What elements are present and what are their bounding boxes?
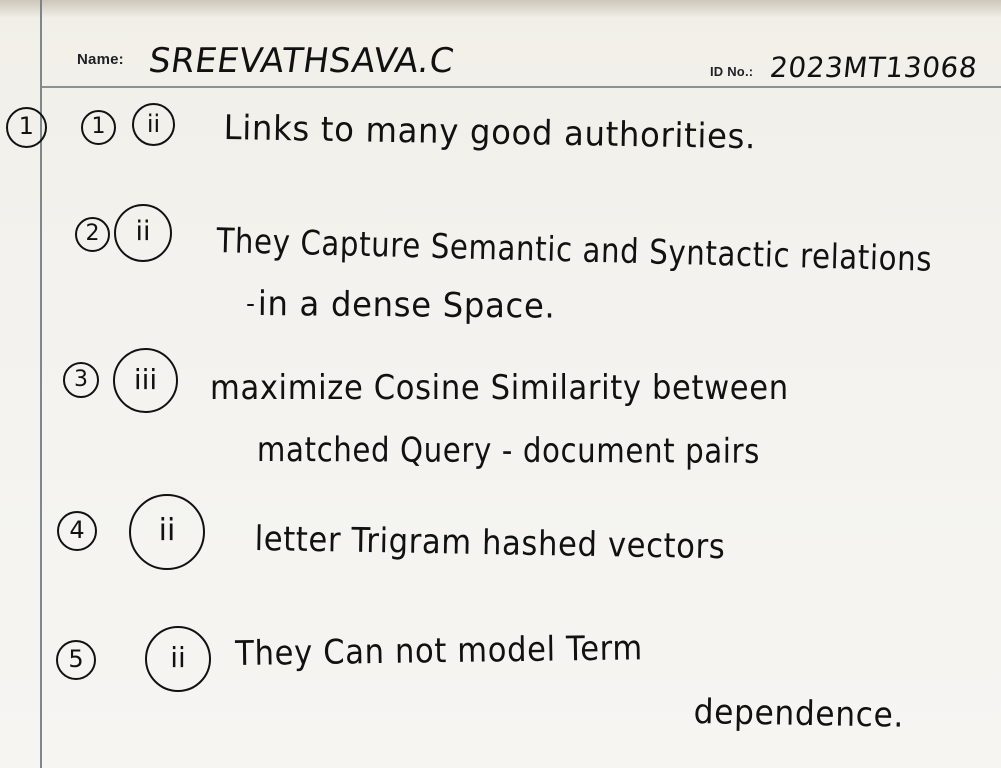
answer-4-number-circle: 4: [57, 511, 97, 551]
answer-5-line-2: dependence.: [693, 692, 905, 736]
answer-2-line-1: They Capture Semantic and Syntactic rela…: [215, 221, 933, 280]
student-name: SREEVATHSAVA.C: [146, 41, 457, 81]
sheet-top-shadow: [0, 0, 1001, 18]
header-divider: [40, 86, 1001, 88]
answer-4-line-1: letter Trigram hashed vectors: [254, 519, 726, 568]
answer-2-option-circle: ii: [114, 204, 172, 262]
answer-3-line-1: maximize Cosine Similarity between: [210, 368, 789, 408]
answer-3-option-circle: iii: [113, 348, 178, 413]
student-id: 2023MT13068: [768, 51, 979, 84]
answer-sheet: Name: SREEVATHSAVA.C ID No.: 2023MT13068…: [0, 0, 1001, 768]
answer-3-number-circle: 3: [63, 362, 99, 398]
answer-1-number-circle: 1: [81, 110, 116, 145]
answer-5-line-1: They Can not model Term: [235, 628, 644, 674]
answer-4-option-circle: ii: [129, 494, 205, 570]
answer-1-option-circle: ii: [132, 103, 175, 146]
question-number-circle: 1: [6, 107, 47, 148]
id-label: ID No.:: [710, 64, 754, 79]
answer-2-line-2: in a dense Space.: [257, 284, 556, 327]
name-label: Name:: [77, 51, 124, 68]
answer-3-line-2: matched Query - document pairs: [256, 430, 761, 472]
answer-5-option-circle: ii: [145, 626, 211, 692]
answer-2-number-circle: 2: [75, 217, 110, 252]
answer-1-line-1: Links to many good authorities.: [223, 108, 757, 158]
answer-2-small-mark: [247, 304, 254, 306]
answer-5-number-circle: 5: [56, 640, 96, 680]
